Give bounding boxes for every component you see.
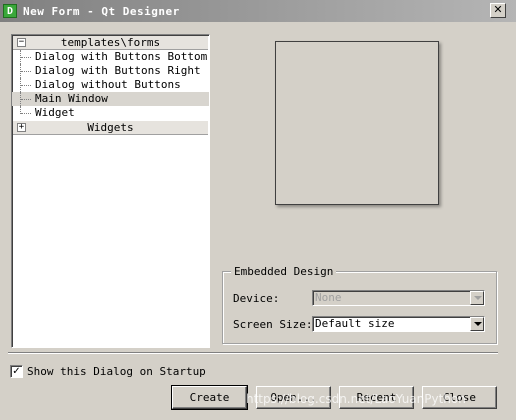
embedded-design-group: Embedded Design Device: None Screen Size… (222, 265, 497, 344)
template-item-label: Widget (35, 106, 75, 119)
template-tree[interactable]: − templates\forms Dialog with Buttons Bo… (11, 34, 210, 348)
widgets-group-header[interactable]: + Widgets (13, 121, 208, 135)
collapse-icon[interactable]: − (17, 38, 26, 47)
widgets-group-label: Widgets (87, 121, 134, 134)
screen-size-select[interactable]: Default size (312, 316, 485, 332)
tree-branch-line (20, 106, 32, 114)
template-item-label: Dialog without Buttons (35, 78, 181, 91)
tree-branch-line (20, 50, 32, 64)
template-item[interactable]: Dialog with Buttons Bottom (12, 50, 209, 64)
embedded-design-title: Embedded Design (231, 265, 337, 278)
template-list: Dialog with Buttons Bottom Dialog with B… (12, 50, 209, 120)
recent-button[interactable]: Recent (339, 386, 414, 409)
template-item-label: Dialog with Buttons Bottom (35, 50, 208, 63)
expand-icon[interactable]: + (17, 123, 26, 132)
close-window-button[interactable]: ✕ (490, 3, 506, 18)
close-icon: ✕ (493, 3, 503, 16)
open-button[interactable]: Open... (256, 386, 331, 409)
templates-group-label: templates\forms (60, 36, 161, 49)
form-preview (275, 41, 439, 205)
template-item-selected[interactable]: Main Window (12, 92, 209, 106)
template-item[interactable]: Widget (12, 106, 209, 120)
create-button[interactable]: Create (171, 385, 248, 410)
separator (8, 352, 498, 354)
template-item-label: Dialog with Buttons Right (35, 64, 201, 77)
tree-branch-line (20, 78, 32, 92)
qt-designer-app-icon: D (3, 4, 17, 18)
close-button[interactable]: Close (422, 386, 497, 409)
show-on-startup-checkbox[interactable]: ✓ (10, 364, 23, 378)
show-on-startup-option[interactable]: ✓ Show this Dialog on Startup (10, 364, 206, 378)
template-item-label: Main Window (35, 92, 108, 105)
device-label: Device: (233, 292, 280, 305)
screen-size-value: Default size (315, 317, 395, 330)
screen-size-label: Screen Size: (233, 318, 313, 331)
template-item[interactable]: Dialog without Buttons (12, 78, 209, 92)
device-select: None (312, 290, 485, 306)
tree-branch-line (20, 64, 32, 78)
window-title: New Form - Qt Designer (23, 4, 180, 18)
template-item[interactable]: Dialog with Buttons Right (12, 64, 209, 78)
chevron-down-icon[interactable] (470, 317, 484, 331)
device-value: None (315, 291, 342, 304)
templates-group-header[interactable]: − templates\forms (13, 36, 208, 50)
title-bar: D New Form - Qt Designer ✕ (0, 0, 516, 22)
show-on-startup-label: Show this Dialog on Startup (27, 364, 206, 378)
tree-branch-line (20, 92, 32, 106)
checkmark-icon: ✓ (12, 365, 21, 377)
chevron-down-icon (470, 291, 484, 305)
